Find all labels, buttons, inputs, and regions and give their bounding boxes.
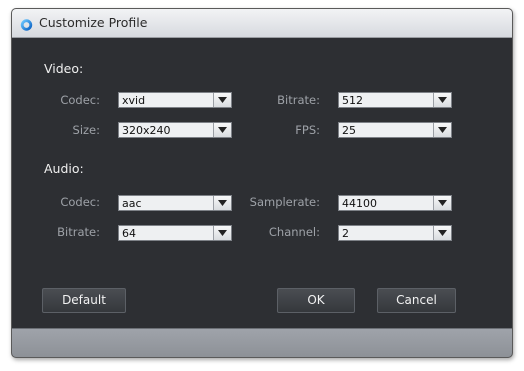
title-bar: Customize Profile	[12, 9, 512, 38]
video-section-title: Video:	[44, 61, 84, 76]
video-bitrate-select[interactable]: 512	[338, 92, 452, 108]
video-size-label: Size:	[72, 123, 100, 137]
default-button[interactable]: Default	[42, 288, 126, 313]
audio-bitrate-select[interactable]: 64	[118, 225, 232, 241]
chevron-down-icon	[218, 200, 227, 206]
audio-codec-select[interactable]: aac	[118, 195, 232, 211]
video-codec-dropdown-button[interactable]	[213, 93, 231, 107]
audio-channel-select[interactable]: 2	[338, 225, 452, 241]
dialog-title: Customize Profile	[39, 15, 148, 30]
video-fps-value: 25	[342, 124, 356, 137]
audio-samplerate-label: Samplerate:	[249, 195, 320, 209]
audio-codec-value: aac	[122, 197, 142, 210]
video-size-select[interactable]: 320x240	[118, 122, 232, 138]
audio-bitrate-value: 64	[122, 227, 136, 240]
video-bitrate-dropdown-button[interactable]	[433, 93, 451, 107]
video-fps-select[interactable]: 25	[338, 122, 452, 138]
video-size-value: 320x240	[122, 124, 171, 137]
audio-channel-label: Channel:	[268, 225, 320, 239]
chevron-down-icon	[438, 97, 447, 103]
video-codec-select[interactable]: xvid	[118, 92, 232, 108]
video-fps-dropdown-button[interactable]	[433, 123, 451, 137]
audio-channel-dropdown-button[interactable]	[433, 226, 451, 240]
audio-samplerate-value: 44100	[342, 197, 377, 210]
chevron-down-icon	[218, 97, 227, 103]
video-size-dropdown-button[interactable]	[213, 123, 231, 137]
video-codec-value: xvid	[122, 94, 146, 107]
app-logo-icon	[20, 14, 33, 32]
video-fps-label: FPS:	[295, 123, 320, 137]
ok-button[interactable]: OK	[277, 288, 355, 313]
audio-codec-label: Codec:	[60, 195, 100, 209]
chevron-down-icon	[438, 200, 447, 206]
audio-samplerate-dropdown-button[interactable]	[433, 196, 451, 210]
audio-channel-value: 2	[342, 227, 349, 240]
cancel-button[interactable]: Cancel	[377, 288, 456, 313]
video-bitrate-value: 512	[342, 94, 363, 107]
video-bitrate-label: Bitrate:	[277, 93, 320, 107]
audio-section-title: Audio:	[44, 161, 84, 176]
audio-bitrate-dropdown-button[interactable]	[213, 226, 231, 240]
audio-codec-dropdown-button[interactable]	[213, 196, 231, 210]
audio-bitrate-label: Bitrate:	[57, 225, 100, 239]
dialog-footer-bar	[12, 328, 512, 357]
dialog-content: Video: Codec: xvid Size: 320x240 Bitrate…	[12, 38, 512, 328]
audio-samplerate-select[interactable]: 44100	[338, 195, 452, 211]
chevron-down-icon	[438, 230, 447, 236]
video-codec-label: Codec:	[60, 93, 100, 107]
chevron-down-icon	[218, 230, 227, 236]
customize-profile-dialog: Customize Profile Video: Codec: xvid Siz…	[11, 8, 513, 358]
chevron-down-icon	[218, 127, 227, 133]
chevron-down-icon	[438, 127, 447, 133]
